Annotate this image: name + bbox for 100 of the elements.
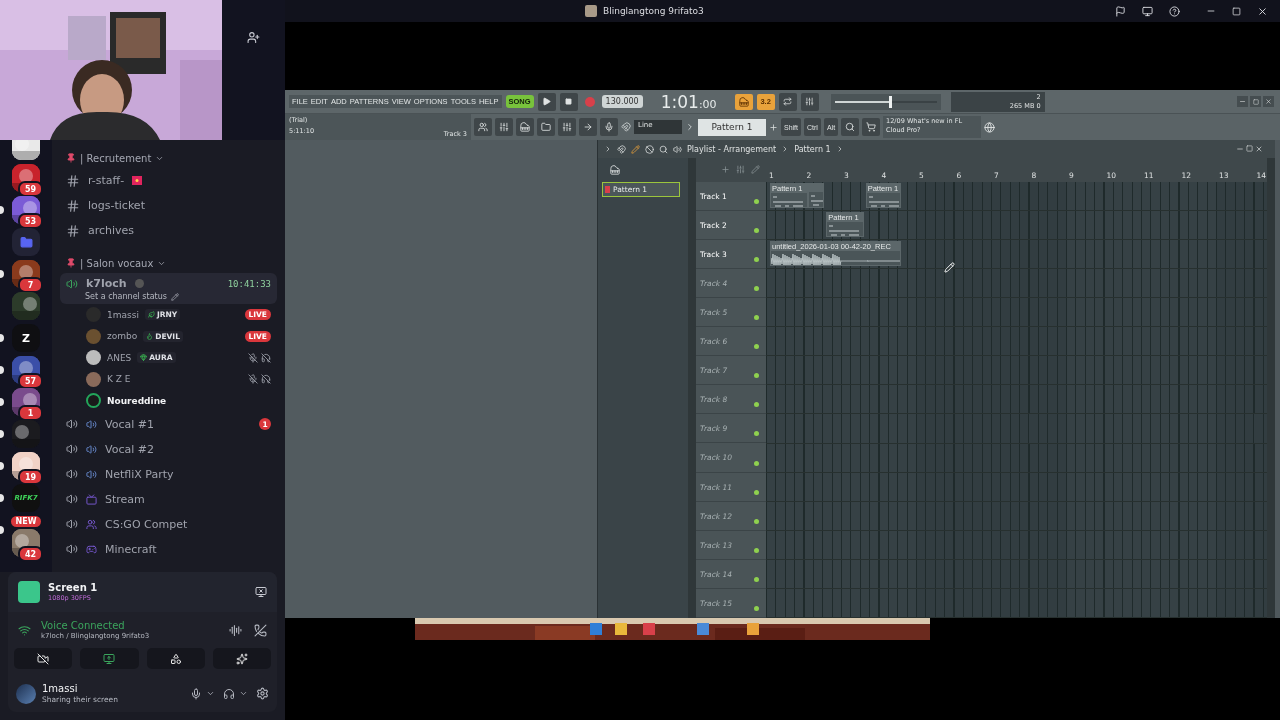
track-led-icon[interactable] bbox=[754, 315, 759, 321]
track-led-icon[interactable] bbox=[754, 518, 759, 524]
pattern-prev-icon[interactable] bbox=[685, 122, 695, 132]
piano-icon[interactable] bbox=[610, 165, 620, 175]
user-name[interactable]: 1massi bbox=[107, 309, 139, 320]
mic-icon[interactable] bbox=[190, 687, 202, 700]
mute-tool-icon[interactable] bbox=[645, 144, 654, 154]
user-name[interactable]: K Z E bbox=[107, 374, 131, 385]
minimize-icon[interactable] bbox=[1236, 145, 1244, 153]
noise-suppression-icon[interactable] bbox=[229, 623, 242, 637]
track-led-icon[interactable] bbox=[754, 460, 759, 466]
track-lane[interactable] bbox=[766, 385, 1267, 415]
playlist-button[interactable] bbox=[474, 118, 492, 136]
track-led-icon[interactable] bbox=[754, 547, 759, 553]
chevron-icon[interactable] bbox=[206, 689, 215, 698]
headphones-icon[interactable] bbox=[223, 687, 235, 700]
track-led-icon[interactable] bbox=[754, 227, 759, 233]
channel-name[interactable]: k7loch bbox=[86, 277, 127, 290]
magnet-icon[interactable] bbox=[621, 122, 631, 132]
voice-channel[interactable]: Vocal #2 bbox=[60, 436, 277, 462]
share-screen-button[interactable] bbox=[80, 648, 139, 669]
track-lane[interactable] bbox=[766, 268, 1267, 299]
user-name[interactable]: ANES bbox=[107, 352, 132, 363]
category-label[interactable]: | Recrutement bbox=[80, 152, 152, 164]
feedback-button[interactable] bbox=[841, 118, 860, 136]
shop-button[interactable] bbox=[862, 118, 881, 136]
server-icon[interactable]: Z bbox=[12, 324, 40, 352]
track-led-icon[interactable] bbox=[754, 431, 759, 437]
stop-button[interactable] bbox=[559, 92, 578, 111]
magnet-icon[interactable] bbox=[617, 144, 626, 154]
active-voice-channel[interactable]: k7loch 10:41:33 Set a channel status bbox=[60, 273, 277, 304]
user-avatar[interactable] bbox=[16, 683, 36, 704]
activities-button[interactable] bbox=[146, 648, 205, 669]
minimize-icon[interactable] bbox=[1237, 96, 1248, 107]
server-icon[interactable] bbox=[12, 140, 40, 160]
chevron-icon[interactable] bbox=[239, 689, 248, 698]
user-name[interactable]: zombo bbox=[107, 331, 138, 342]
zoom-icon[interactable] bbox=[659, 144, 668, 154]
category-label[interactable]: | Salon vocaux bbox=[80, 257, 154, 269]
scrollbar[interactable] bbox=[1267, 158, 1275, 618]
track-led-icon[interactable] bbox=[754, 285, 759, 291]
track-led-icon[interactable] bbox=[754, 344, 759, 350]
microphone-button[interactable] bbox=[600, 118, 618, 136]
track-lane[interactable] bbox=[766, 327, 1267, 357]
globe-icon[interactable] bbox=[984, 121, 996, 133]
arrow-button[interactable] bbox=[579, 118, 597, 136]
channel-name[interactable]: archives bbox=[88, 224, 135, 237]
channel-name[interactable]: r-staff- bbox=[88, 174, 125, 187]
close-icon[interactable] bbox=[1257, 5, 1268, 17]
maximize-icon[interactable] bbox=[1232, 6, 1241, 16]
help-icon[interactable] bbox=[1169, 5, 1180, 17]
voice-status[interactable]: Voice Connected bbox=[41, 620, 150, 631]
track-lane[interactable] bbox=[766, 501, 1267, 531]
typing-keyboard-button[interactable] bbox=[734, 93, 753, 110]
tempo-display[interactable]: 130.000 bbox=[601, 95, 643, 108]
track-lane[interactable] bbox=[766, 559, 1267, 589]
track-led-icon[interactable] bbox=[754, 402, 759, 408]
add-member-icon[interactable] bbox=[247, 31, 260, 44]
camera-off-button[interactable] bbox=[14, 648, 73, 669]
track-led-icon[interactable] bbox=[754, 256, 759, 262]
soundboard-button[interactable] bbox=[212, 648, 271, 669]
voice-channel[interactable]: Minecraft bbox=[60, 536, 277, 562]
browser-button[interactable] bbox=[537, 118, 555, 136]
track-lane[interactable] bbox=[766, 356, 1267, 386]
track-lane[interactable] bbox=[766, 443, 1267, 473]
voice-channel[interactable]: Stream bbox=[60, 486, 277, 512]
play-button[interactable] bbox=[537, 92, 556, 111]
slider-thumb[interactable] bbox=[888, 95, 892, 108]
maximize-icon[interactable] bbox=[1246, 145, 1253, 152]
stop-stream-icon[interactable] bbox=[255, 586, 267, 598]
playlist-pattern[interactable]: Pattern 1 bbox=[794, 144, 831, 154]
master-volume-slider[interactable] bbox=[834, 95, 937, 108]
track-led-icon[interactable] bbox=[754, 198, 759, 204]
channel-name[interactable]: logs-ticket bbox=[88, 199, 145, 212]
piano-roll-button[interactable] bbox=[516, 118, 534, 136]
screen-share-icon[interactable] bbox=[1142, 5, 1153, 17]
track-lane[interactable] bbox=[766, 472, 1267, 502]
voice-channel[interactable]: CS:GO Compet bbox=[60, 511, 277, 537]
track-lane[interactable] bbox=[766, 530, 1267, 560]
track-lane[interactable] bbox=[766, 414, 1267, 444]
track-lane[interactable] bbox=[766, 298, 1267, 328]
maximize-icon[interactable] bbox=[1250, 96, 1261, 107]
channel-status[interactable]: Set a channel status bbox=[85, 292, 167, 301]
sliders-icon[interactable] bbox=[736, 165, 745, 175]
pattern-selector[interactable]: Pattern 1 bbox=[698, 118, 766, 136]
channel-rack-button[interactable] bbox=[495, 118, 513, 136]
track-led-icon[interactable] bbox=[754, 606, 759, 611]
metronome-button[interactable] bbox=[800, 92, 819, 111]
track-led-icon[interactable] bbox=[754, 576, 759, 582]
voice-channel[interactable]: NetfliX Party bbox=[60, 461, 277, 487]
speaker-icon[interactable] bbox=[673, 144, 682, 154]
server-folder[interactable] bbox=[12, 228, 40, 256]
disconnect-icon[interactable] bbox=[254, 623, 267, 637]
loop-record-button[interactable] bbox=[778, 92, 797, 111]
track-lane[interactable] bbox=[766, 589, 1267, 618]
track-led-icon[interactable] bbox=[754, 373, 759, 379]
track-led-icon[interactable] bbox=[754, 489, 759, 495]
pencil-icon[interactable] bbox=[631, 144, 640, 154]
mixer-button[interactable] bbox=[558, 118, 576, 136]
add-track-icon[interactable] bbox=[721, 165, 730, 175]
